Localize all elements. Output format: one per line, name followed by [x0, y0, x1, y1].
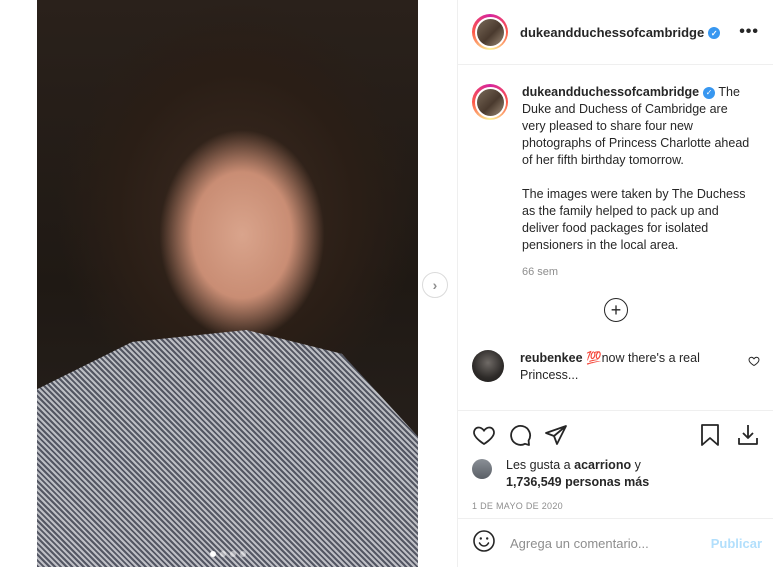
comments-section: dukeandduchessofcambridge ✓ The Duke and …	[458, 66, 773, 410]
more-options-icon[interactable]: •••	[739, 23, 759, 41]
photo-dress-detail	[37, 330, 418, 567]
carousel-dot	[209, 551, 216, 557]
likes-count[interactable]: 1,736,549 personas más	[506, 475, 649, 489]
post-time-ago[interactable]: 66 sem	[522, 266, 760, 278]
add-comment-bar: Publicar	[458, 518, 773, 567]
caption-paragraph-2: The images were taken by The Duchess as …	[522, 187, 746, 252]
post-date[interactable]: 1 DE MAYO DE 2020	[472, 501, 760, 511]
verified-badge-icon: ✓	[708, 27, 721, 39]
post-actions: Les gusta a acarriono y 1,736,549 person…	[458, 410, 773, 511]
post-photo[interactable]	[37, 0, 418, 567]
comment-username[interactable]: reubenkee	[520, 351, 583, 365]
post-header: dukeandduchessofcambridge ✓ •••	[458, 0, 773, 65]
download-icon[interactable]	[736, 423, 760, 447]
liker-avatar[interactable]	[472, 459, 492, 479]
carousel-dot	[219, 551, 226, 557]
like-comment-heart-icon[interactable]	[748, 354, 760, 372]
plus-icon: +	[610, 300, 622, 320]
liker-username[interactable]: acarriono	[574, 458, 631, 472]
comment-avatar[interactable]	[472, 350, 504, 382]
header-username[interactable]: dukeandduchessofcambridge ✓	[520, 25, 721, 40]
bookmark-icon[interactable]	[698, 423, 722, 447]
post-comment-button[interactable]: Publicar	[711, 536, 762, 551]
post-panel: dukeandduchessofcambridge ✓ ••• dukeanddu…	[457, 0, 773, 567]
likes-text: Les gusta a acarriono y 1,736,549 person…	[506, 458, 650, 489]
comment-text: reubenkee 💯now there's a real Princess..…	[520, 350, 730, 384]
comment-icon[interactable]	[508, 423, 532, 447]
emoji-picker-icon[interactable]	[472, 529, 496, 558]
heart-icon[interactable]	[472, 423, 496, 447]
carousel-dot	[229, 551, 236, 557]
chevron-right-icon: ›	[432, 277, 438, 293]
carousel-indicator	[209, 551, 246, 557]
next-photo-button[interactable]: ›	[422, 272, 448, 298]
emoji-icon: 💯	[586, 351, 602, 365]
carousel-dot	[239, 551, 246, 557]
verified-badge-icon: ✓	[703, 86, 716, 99]
load-more-comments-button[interactable]: +	[604, 298, 628, 322]
comment-item: reubenkee 💯now there's a real Princess..…	[472, 350, 760, 384]
action-icons	[472, 423, 760, 447]
media-area: ›	[0, 0, 457, 567]
caption-avatar[interactable]	[472, 84, 508, 120]
caption: dukeandduchessofcambridge ✓ The Duke and …	[472, 84, 760, 254]
caption-text: dukeandduchessofcambridge ✓ The Duke and …	[522, 84, 752, 254]
comment-input[interactable]	[510, 535, 711, 551]
likes-summary: Les gusta a acarriono y 1,736,549 person…	[472, 457, 760, 491]
caption-username[interactable]: dukeandduchessofcambridge	[522, 85, 699, 99]
share-icon[interactable]	[544, 423, 568, 447]
avatar[interactable]	[472, 14, 508, 50]
